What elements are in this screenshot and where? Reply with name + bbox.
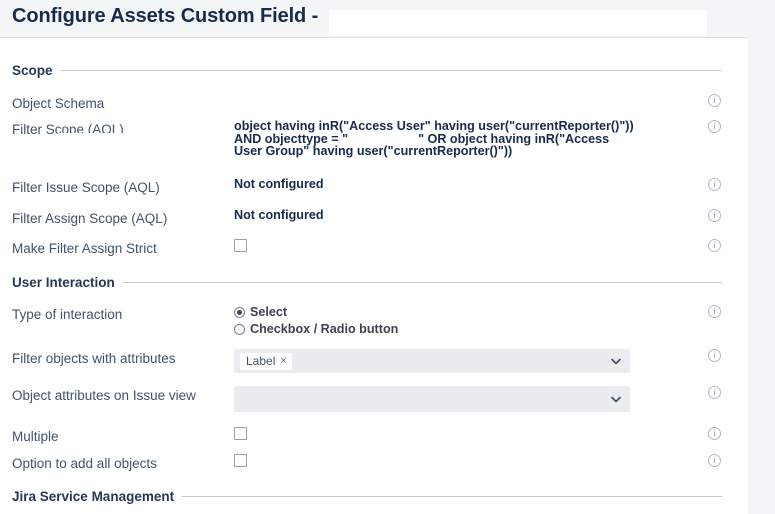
title-redaction-overlay (329, 10, 707, 36)
label-option-to-add-all-objects: Option to add all objects (12, 456, 157, 471)
info-col: i (696, 239, 736, 252)
label-filter-objects-with-attributes: Filter objects with attributes (12, 351, 176, 366)
label-make-filter-assign-strict: Make Filter Assign Strict (12, 241, 157, 256)
value-filter-assign-scope-aql: Not configured (234, 208, 324, 222)
info-icon[interactable]: i (708, 94, 721, 107)
radio-icon-select[interactable] (234, 306, 245, 318)
info-col: i (696, 427, 736, 440)
section-title-jira-service-management: Jira Service Management (12, 489, 175, 504)
label-multiple: Multiple (12, 429, 59, 444)
value-option-to-add-all-objects (234, 454, 696, 471)
label-filter-assign-scope-aql: Filter Assign Scope (AQL) (12, 211, 168, 226)
section-divider (60, 70, 722, 71)
info-col: i (696, 120, 736, 133)
row-filter-scope-aql: Filter Scope (AQL) object having inR("Ac… (0, 120, 748, 159)
info-icon[interactable]: i (708, 454, 721, 467)
radio-group-type-of-interaction: Select Checkbox / Radio button (234, 305, 696, 336)
value-object-attributes-on-issue-view (234, 386, 696, 412)
section-title-user-interaction: User Interaction (12, 275, 115, 290)
checkbox-multiple[interactable] (234, 427, 247, 440)
section-title-scope: Scope (12, 63, 53, 78)
checkbox-option-to-add-all-objects[interactable] (234, 454, 247, 467)
chip-remove-icon[interactable]: × (280, 355, 286, 367)
label-object-attributes-on-issue-view: Object attributes on Issue view (12, 388, 196, 403)
section-divider (122, 282, 722, 283)
radio-option-select[interactable]: Select (234, 305, 696, 319)
section-divider (182, 496, 722, 497)
info-col: i (696, 349, 736, 362)
label-type-of-interaction: Type of interaction (12, 307, 123, 322)
value-type-of-interaction: Select Checkbox / Radio button (234, 305, 696, 336)
info-col: i (696, 305, 736, 318)
right-gutter (748, 0, 775, 514)
value-filter-issue-scope-aql: Not configured (234, 177, 324, 191)
chip-label[interactable]: Label × (240, 352, 292, 370)
multiselect-object-attributes-on-issue-view[interactable] (234, 386, 630, 412)
multiselect-filter-objects-with-attributes[interactable]: Label × (234, 349, 630, 373)
chip-text: Label (246, 353, 276, 368)
value-multiple (234, 427, 696, 444)
row-option-to-add-all-objects: Option to add all objects i (0, 454, 748, 472)
row-object-attributes-on-issue-view: Object attributes on Issue view i (0, 386, 748, 412)
row-multiple: Multiple i (0, 427, 748, 445)
value-filter-scope-aql: object having inR("Access User" having u… (58, 119, 696, 159)
row-filter-objects-with-attributes: Filter objects with attributes Label × i (0, 349, 748, 373)
chevron-down-icon[interactable] (611, 395, 621, 404)
info-icon[interactable]: i (708, 349, 721, 362)
info-col: i (696, 178, 736, 191)
label-object-schema: Object Schema (12, 96, 105, 111)
value-make-filter-assign-strict (234, 239, 696, 256)
section-header-jira-service-management: Jira Service Management (0, 489, 748, 504)
value-filter-objects-with-attributes: Label × (234, 349, 696, 373)
radio-label-checkbox-radio-button: Checkbox / Radio button (250, 322, 399, 336)
checkbox-make-filter-assign-strict[interactable] (234, 239, 247, 252)
configure-assets-custom-field-dialog: Configure Assets Custom Field - Scope Ob… (0, 0, 775, 514)
row-make-filter-assign-strict: Make Filter Assign Strict i (0, 239, 748, 257)
dialog-content: Scope Object Schema i Filter Scope (AQL)… (0, 39, 748, 514)
info-col: i (696, 94, 736, 107)
aql-redaction-overlay (58, 133, 136, 144)
info-icon[interactable]: i (708, 209, 721, 222)
radio-option-checkbox-radio-button[interactable]: Checkbox / Radio button (234, 322, 696, 336)
radio-label-select: Select (250, 305, 288, 319)
page-title: Configure Assets Custom Field - (12, 5, 319, 27)
dialog-header: Configure Assets Custom Field - (0, 0, 748, 38)
row-type-of-interaction: Type of interaction Select Checkbox / Ra… (0, 305, 748, 336)
row-filter-issue-scope-aql: Filter Issue Scope (AQL) Not configured … (0, 178, 748, 196)
radio-icon-checkbox-radio-button[interactable] (234, 323, 245, 335)
aql-expression: object having inR("Access User" having u… (234, 119, 634, 158)
info-col: i (696, 386, 736, 399)
row-object-schema: Object Schema i (0, 94, 748, 112)
section-header-scope: Scope (0, 63, 748, 78)
label-filter-issue-scope-aql: Filter Issue Scope (AQL) (12, 180, 160, 195)
info-col: i (696, 209, 736, 222)
row-filter-assign-scope-aql: Filter Assign Scope (AQL) Not configured… (0, 209, 748, 227)
info-icon[interactable]: i (708, 239, 721, 252)
section-header-user-interaction: User Interaction (0, 275, 748, 290)
info-icon[interactable]: i (708, 305, 721, 318)
chevron-down-icon[interactable] (611, 357, 621, 366)
info-icon[interactable]: i (708, 386, 721, 399)
info-col: i (696, 454, 736, 467)
info-icon[interactable]: i (708, 427, 721, 440)
info-icon[interactable]: i (708, 120, 721, 133)
info-icon[interactable]: i (708, 178, 721, 191)
